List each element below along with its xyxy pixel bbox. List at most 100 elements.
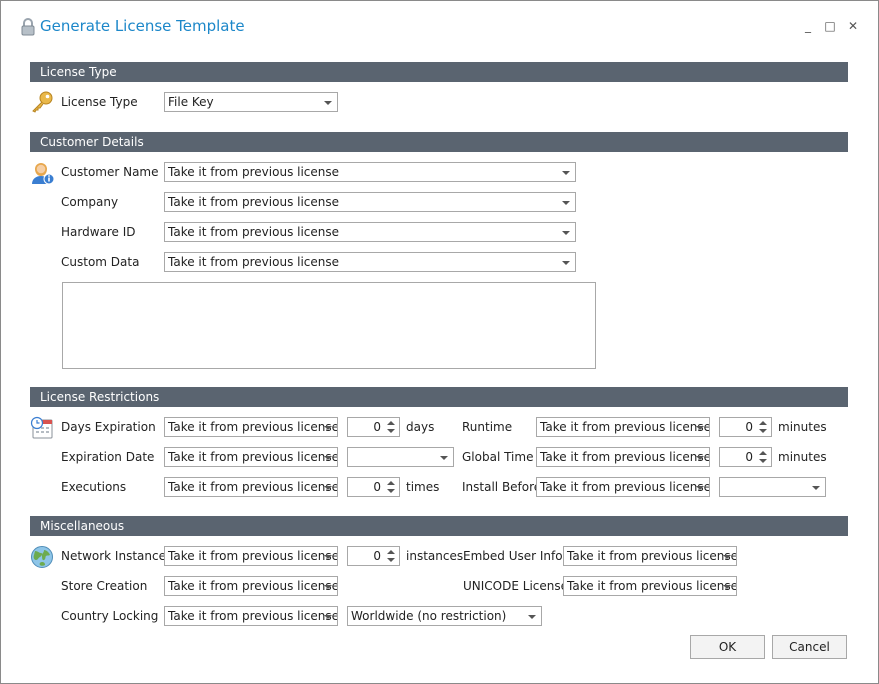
chevron-down-icon [562,261,570,265]
chevron-down-icon [528,615,536,619]
dialog-window: Generate License Template _ □ ✕ License … [0,0,879,684]
network-instances-select[interactable]: Take it from previous license [164,546,338,566]
days-expiration-select[interactable]: Take it from previous license [164,417,338,437]
executions-select[interactable]: Take it from previous license [164,477,338,497]
chevron-down-icon [324,426,332,430]
executions-number: 0 [373,480,381,494]
unicode-license-label: UNICODE License [463,579,568,593]
executions-stepper[interactable]: 0 [347,477,400,497]
runtime-select[interactable]: Take it from previous license [536,417,710,437]
runtime-number: 0 [745,420,753,434]
executions-unit-label: times [406,480,440,494]
customer-name-select[interactable]: Take it from previous license [164,162,576,182]
country-region-value: Worldwide (no restriction) [351,609,507,623]
global-time-stepper[interactable]: 0 [719,447,772,467]
chevron-down-icon [696,486,704,490]
expiration-date-picker[interactable] [347,447,454,467]
days-expiration-label: Days Expiration [61,420,156,434]
country-locking-value: Take it from previous license [168,609,338,623]
chevron-down-icon [562,201,570,205]
custom-data-label: Custom Data [61,255,140,269]
chevron-down-icon [324,555,332,559]
section-miscellaneous: Miscellaneous [30,516,848,536]
company-value: Take it from previous license [168,195,340,209]
install-before-select[interactable]: Take it from previous license [536,477,710,497]
section-license-type: License Type [30,62,848,82]
padlock-icon [21,18,35,36]
spin-down-icon[interactable] [759,459,767,463]
embed-user-info-label: Embed User Info [463,549,563,563]
calendar-clock-icon [30,416,53,439]
custom-data-value: Take it from previous license [168,255,340,269]
unicode-license-select[interactable]: Take it from previous license [563,576,737,596]
spin-up-icon[interactable] [759,451,767,455]
company-select[interactable]: Take it from previous license [164,192,576,212]
chevron-down-icon [440,456,448,460]
license-type-label: License Type [61,95,138,109]
hardware-id-select[interactable]: Take it from previous license [164,222,576,242]
runtime-unit-label: minutes [778,420,827,434]
store-creation-select[interactable]: Take it from previous license [164,576,338,596]
executions-value: Take it from previous license [168,480,338,494]
embed-user-info-select[interactable]: Take it from previous license [563,546,737,566]
chevron-down-icon [324,585,332,589]
license-type-value: File Key [168,95,214,109]
network-instances-label: Network Instances [61,549,173,563]
global-time-number: 0 [745,450,753,464]
global-time-label: Global Time [462,450,534,464]
days-expiration-value: Take it from previous license [168,420,338,434]
chevron-down-icon [696,456,704,460]
chevron-down-icon [562,171,570,175]
network-instances-unit-label: instances [406,549,464,563]
executions-label: Executions [61,480,127,494]
minimize-button[interactable]: _ [801,19,815,33]
chevron-down-icon [723,585,731,589]
spin-up-icon[interactable] [387,421,395,425]
spin-up-icon[interactable] [387,550,395,554]
cancel-button[interactable]: Cancel [772,635,847,659]
globe-icon [31,546,53,568]
expiration-date-select[interactable]: Take it from previous license [164,447,338,467]
hardware-id-label: Hardware ID [61,225,136,239]
chevron-down-icon [723,555,731,559]
close-button[interactable]: ✕ [846,19,860,33]
chevron-down-icon [696,426,704,430]
network-instances-stepper[interactable]: 0 [347,546,400,566]
section-customer-details: Customer Details [30,132,848,152]
expiration-date-value: Take it from previous license [168,450,338,464]
license-type-select[interactable]: File Key [164,92,338,112]
unicode-license-value: Take it from previous license [567,579,737,593]
spin-up-icon[interactable] [759,421,767,425]
runtime-value: Take it from previous license [540,420,710,434]
chevron-down-icon [812,486,820,490]
chevron-down-icon [324,101,332,105]
spin-down-icon[interactable] [387,558,395,562]
country-locking-select[interactable]: Take it from previous license [164,606,338,626]
store-creation-value: Take it from previous license [168,579,338,593]
network-instances-number: 0 [373,549,381,563]
country-region-select[interactable]: Worldwide (no restriction) [347,606,542,626]
spin-down-icon[interactable] [387,429,395,433]
days-stepper[interactable]: 0 [347,417,400,437]
spin-up-icon[interactable] [387,481,395,485]
ok-button[interactable]: OK [690,635,765,659]
chevron-down-icon [324,615,332,619]
runtime-label: Runtime [462,420,513,434]
chevron-down-icon [562,231,570,235]
maximize-button[interactable]: □ [823,19,837,33]
company-label: Company [61,195,119,209]
days-unit-label: days [406,420,435,434]
spin-down-icon[interactable] [387,489,395,493]
key-icon [32,91,53,113]
custom-data-select[interactable]: Take it from previous license [164,252,576,272]
custom-data-textarea[interactable] [62,282,596,369]
window-title: Generate License Template [40,17,245,35]
runtime-stepper[interactable]: 0 [719,417,772,437]
install-before-date-picker[interactable] [719,477,826,497]
store-creation-label: Store Creation [61,579,148,593]
spin-down-icon[interactable] [759,429,767,433]
global-time-value: Take it from previous license [540,450,710,464]
customer-name-value: Take it from previous license [168,165,340,179]
hardware-id-value: Take it from previous license [168,225,340,239]
global-time-select[interactable]: Take it from previous license [536,447,710,467]
